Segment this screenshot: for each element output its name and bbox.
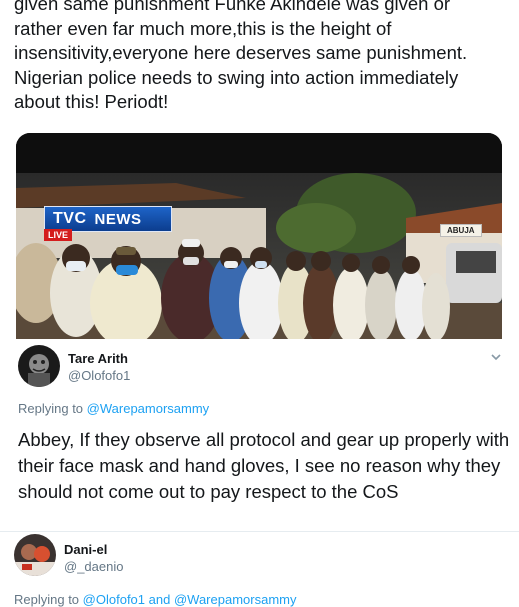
reply-text: Abbey, If they observe all protocol and … (18, 429, 510, 502)
display-name[interactable]: Tare Arith (68, 351, 128, 366)
video-frame (16, 133, 502, 339)
chevron-down-icon[interactable] (489, 351, 503, 365)
display-name[interactable]: Dani-el (64, 542, 107, 557)
video-thumbnail[interactable]: TVC NEWS LIVE ABUJA (16, 133, 502, 339)
replying-to: Replying to @Warepamorsammy (18, 401, 209, 416)
replying-prefix: Replying to (18, 401, 84, 416)
user-handle[interactable]: @Olofofo1 (68, 368, 130, 383)
avatar-image (18, 345, 60, 387)
user-handle[interactable]: @_daenio (64, 559, 123, 574)
reply-tweet[interactable]: Tare Arith @Olofofo1 Replying to @Warepa… (0, 339, 519, 532)
avatar-image (14, 534, 56, 576)
tweet-text: given same punishment Funke Akindele was… (14, 0, 468, 112)
location-sign: ABUJA (440, 224, 482, 237)
live-badge: LIVE (44, 229, 73, 241)
logo-news-text: NEWS (94, 210, 142, 228)
replying-to-link[interactable]: @Warepamorsammy (87, 401, 210, 416)
avatar[interactable] (18, 345, 60, 387)
logo-tvc-text: TVC (53, 210, 87, 227)
avatar[interactable] (14, 534, 56, 576)
divider (0, 531, 519, 532)
